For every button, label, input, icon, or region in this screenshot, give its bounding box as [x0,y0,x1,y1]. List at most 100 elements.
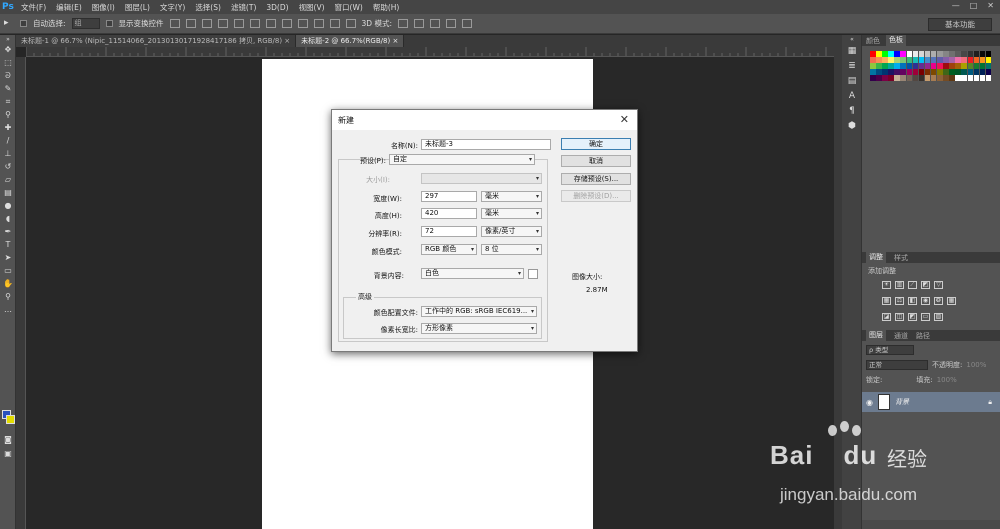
color-swatch[interactable] [949,51,955,57]
color-swatch[interactable] [979,51,986,57]
color-swatch[interactable] [955,63,961,69]
color-swatch[interactable] [924,69,931,75]
properties-panel-icon[interactable]: ≣ [842,58,862,73]
shape-tool-icon[interactable]: ▭ [0,264,16,277]
color-swatch[interactable] [876,51,882,57]
name-field[interactable]: 未标题-3 [421,139,551,150]
color-swatch[interactable] [924,75,931,81]
color-swatch[interactable] [979,57,986,63]
drag-3d-icon[interactable] [430,19,440,28]
color-swatch[interactable] [900,63,906,69]
channel-mixer-icon[interactable]: ❂ [934,297,943,305]
hand-tool-icon[interactable]: ✋ [0,277,16,290]
color-swatch[interactable] [894,75,900,81]
color-swatch[interactable] [918,51,925,57]
tab-swatches[interactable]: 色板 [886,35,906,46]
color-swatch[interactable] [973,75,980,81]
hue-saturation-icon[interactable]: ▦ [882,297,891,305]
minimize-button[interactable]: — [952,1,960,10]
color-swatch[interactable] [882,51,888,57]
color-swatch[interactable] [912,75,919,81]
color-swatch[interactable] [973,51,980,57]
collapse-icon[interactable]: « [842,35,862,43]
color-lookup-icon[interactable]: ▦ [947,297,956,305]
gradient-map-icon[interactable]: ▭ [921,313,930,321]
color-swatch[interactable] [937,75,943,81]
eye-icon[interactable]: ◉ [866,398,873,407]
menu-type[interactable]: 文字(Y) [155,2,190,13]
color-swatch[interactable] [876,75,882,81]
color-swatch[interactable] [876,69,882,75]
color-swatch[interactable] [888,51,894,57]
color-balance-icon[interactable]: ⚖ [895,297,904,305]
menu-window[interactable]: 窗口(W) [330,2,368,13]
distribute-hcenter-icon[interactable] [329,19,340,28]
color-swatch[interactable] [894,51,900,57]
color-swatch[interactable] [900,51,906,57]
tab-color[interactable]: 颜色 [866,36,880,46]
align-right-icon[interactable] [249,19,260,28]
color-mode-select[interactable]: RGB 颜色 ▾ [421,244,477,255]
maximize-button[interactable]: □ [970,1,978,10]
color-swatch[interactable] [924,63,931,69]
height-unit-select[interactable]: 毫米 ▾ [481,208,542,219]
color-swatch[interactable] [930,75,937,81]
color-swatch[interactable] [876,57,882,63]
paragraph-panel-icon[interactable]: ¶ [842,103,862,118]
color-swatch[interactable] [906,63,913,69]
eyedropper-tool-icon[interactable]: ⚲ [0,108,16,121]
menu-filter[interactable]: 滤镜(T) [226,2,261,13]
color-swatch[interactable] [930,69,937,75]
levels-icon[interactable]: ▥ [895,281,904,289]
invert-icon[interactable]: ◪ [882,313,891,321]
type-tool-icon[interactable]: T [0,238,16,251]
color-swatch[interactable] [985,57,992,63]
color-swatch[interactable] [900,57,906,63]
color-swatch[interactable] [967,63,973,69]
color-swatch[interactable] [943,57,949,63]
move-tool-icon[interactable]: ▸ [4,19,14,28]
exposure-icon[interactable]: ◩ [921,281,930,289]
auto-select-dropdown[interactable]: 组 [71,18,100,29]
tab-document-1[interactable]: 未标题-1 @ 66.7% (Nipic_11514066_2013013017… [16,35,297,47]
slide-3d-icon[interactable] [446,19,456,28]
tab-adjustments[interactable]: 调整 [866,252,886,263]
scale-3d-icon[interactable] [462,19,472,28]
history-brush-icon[interactable]: ↺ [0,160,16,173]
workspace-switcher[interactable]: 基本功能 [928,18,992,31]
orbit-3d-icon[interactable] [398,19,408,28]
preset-select[interactable]: 自定 ▾ [389,154,535,165]
tab-channels[interactable]: 通道 [894,331,908,341]
ok-button[interactable]: 确定 [561,138,631,150]
color-swatch[interactable] [949,63,955,69]
color-swatch[interactable] [924,57,931,63]
menu-file[interactable]: 文件(F) [16,2,51,13]
color-swatch[interactable] [979,75,986,81]
bit-depth-select[interactable]: 8 位 ▾ [481,244,542,255]
color-swatch[interactable] [967,75,973,81]
menu-view[interactable]: 视图(V) [294,2,330,13]
color-swatch[interactable] [906,51,913,57]
color-swatch[interactable] [949,75,955,81]
color-swatch[interactable] [888,57,894,63]
distribute-top-icon[interactable] [265,19,276,28]
color-swatch[interactable] [961,57,967,63]
color-swatch[interactable] [937,69,943,75]
tab-document-2[interactable]: 未标题-2 @ 66.7%(RGB/8) × [296,35,405,47]
menu-help[interactable]: 帮助(H) [368,2,405,13]
color-swatch[interactable] [912,69,919,75]
color-swatch[interactable] [906,75,913,81]
curves-icon[interactable]: ⟋ [908,281,917,289]
menu-select[interactable]: 选择(S) [190,2,226,13]
3d-panel-icon[interactable]: ⬢ [842,118,862,133]
marquee-tool-icon[interactable]: ⬚ [0,56,16,69]
align-top-icon[interactable] [169,19,180,28]
color-swatch[interactable] [870,69,876,75]
pixel-aspect-select[interactable]: 方形像素 ▾ [421,323,537,334]
distribute-bottom-icon[interactable] [297,19,308,28]
selective-color-icon[interactable]: ▨ [934,313,943,321]
show-transform-checkbox[interactable] [105,20,113,27]
color-swatch[interactable] [870,51,876,57]
menu-edit[interactable]: 编辑(E) [51,2,87,13]
color-swatch[interactable] [961,51,967,57]
